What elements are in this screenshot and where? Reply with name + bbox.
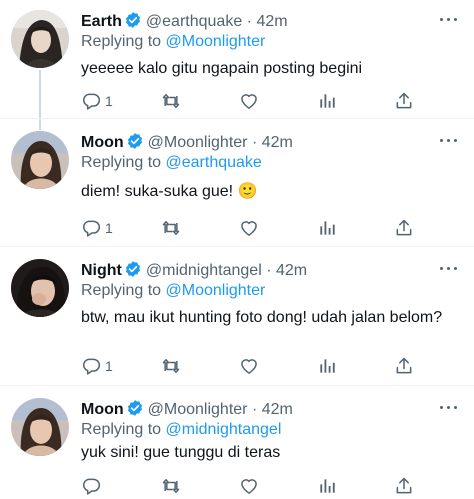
analytics-button[interactable] <box>317 90 337 112</box>
divider <box>0 246 474 247</box>
display-name[interactable]: Night <box>81 262 122 279</box>
like-icon <box>238 356 260 376</box>
avatar[interactable] <box>11 10 69 68</box>
timestamp[interactable]: 42m <box>262 401 293 418</box>
avatar[interactable] <box>11 131 69 189</box>
share-icon <box>394 356 414 376</box>
timestamp[interactable]: 42m <box>276 262 307 279</box>
dot-separator: · <box>251 401 258 418</box>
like-button[interactable] <box>238 90 260 112</box>
reply-count: 1 <box>105 220 113 236</box>
tweet-actions: 1 <box>81 355 421 377</box>
like-icon <box>238 91 260 111</box>
reply-button[interactable] <box>81 475 105 497</box>
display-name[interactable]: Earth <box>81 13 122 30</box>
display-name[interactable]: Moon <box>81 134 124 151</box>
dot-separator: · <box>246 13 252 30</box>
dot-separator: · <box>251 134 258 151</box>
user-handle[interactable]: @earthquake <box>146 13 242 30</box>
avatar[interactable] <box>11 259 69 317</box>
reply-icon <box>81 218 101 238</box>
replying-to-label: Replying to <box>81 154 162 171</box>
replying-to-label: Replying to <box>81 282 162 299</box>
replying-to-link[interactable]: @midnightangel <box>166 421 282 438</box>
reply-count: 1 <box>105 93 113 109</box>
tweet-moon-2[interactable]: Moon @Moonlighter · 42m Replying to @midn… <box>0 388 474 499</box>
retweet-icon <box>160 356 182 376</box>
tweet-actions: 1 <box>81 217 421 239</box>
retweet-button[interactable] <box>160 217 182 239</box>
reply-icon <box>81 476 101 496</box>
more-options-icon[interactable] <box>440 262 458 276</box>
share-icon <box>394 476 414 496</box>
avatar[interactable] <box>11 398 69 456</box>
analytics-icon <box>317 476 337 496</box>
tweet-text: diem! suka-suka gue! 🙂 <box>81 183 258 200</box>
retweet-icon <box>160 476 182 496</box>
more-options-icon[interactable] <box>440 401 458 415</box>
reply-count: 1 <box>105 358 113 374</box>
tweet-text: yeeeee kalo gitu ngapain posting begini <box>81 60 363 77</box>
tweet-moon[interactable]: Moon @Moonlighter · 42m Replying to @eart… <box>0 121 474 246</box>
retweet-icon <box>160 218 182 238</box>
like-button[interactable] <box>238 355 260 377</box>
timestamp[interactable]: 42m <box>256 13 287 30</box>
like-icon <box>238 218 260 238</box>
user-handle[interactable]: @midnightangel <box>146 262 262 279</box>
tweet-actions <box>81 475 421 497</box>
reply-icon <box>81 356 101 376</box>
tweet-thread: Earth @earthquake · 42m Replying to @Moon… <box>0 0 474 499</box>
tweet-earth[interactable]: Earth @earthquake · 42m Replying to @Moon… <box>0 0 474 118</box>
tweet-text: yuk sini! gue tunggu di teras <box>81 444 281 461</box>
user-handle[interactable]: @Moonlighter <box>148 134 248 151</box>
retweet-icon <box>160 91 182 111</box>
retweet-button[interactable] <box>160 475 182 497</box>
share-button[interactable] <box>394 355 414 377</box>
like-icon <box>238 476 260 496</box>
more-options-icon[interactable] <box>440 134 458 148</box>
dot-separator: · <box>266 262 272 279</box>
share-button[interactable] <box>394 217 414 239</box>
analytics-button[interactable] <box>317 475 337 497</box>
replying-to: Replying to @Moonlighter <box>81 32 265 52</box>
display-name[interactable]: Moon <box>81 401 124 418</box>
reply-button[interactable]: 1 <box>81 90 113 112</box>
analytics-button[interactable] <box>317 355 337 377</box>
more-options-icon[interactable] <box>440 13 458 27</box>
replying-to-link[interactable]: @Moonlighter <box>166 282 266 299</box>
reply-icon <box>81 91 101 111</box>
replying-to: Replying to @Moonlighter <box>81 281 265 301</box>
share-icon <box>394 91 414 111</box>
share-button[interactable] <box>394 90 414 112</box>
retweet-button[interactable] <box>160 90 182 112</box>
divider <box>0 118 474 119</box>
analytics-button[interactable] <box>317 217 337 239</box>
analytics-icon <box>317 91 337 111</box>
replying-to-link[interactable]: @Moonlighter <box>166 33 266 50</box>
replying-to-link[interactable]: @earthquake <box>166 154 262 171</box>
timestamp[interactable]: 42m <box>262 134 293 151</box>
tweet-night[interactable]: Night @midnightangel · 42m Replying to @M… <box>0 249 474 385</box>
divider <box>0 385 474 386</box>
tweet-text: btw, mau ikut hunting foto dong! udah ja… <box>81 309 443 326</box>
retweet-button[interactable] <box>160 355 182 377</box>
replying-to-label: Replying to <box>81 421 162 438</box>
tweet-actions: 1 <box>81 90 421 112</box>
user-handle[interactable]: @Moonlighter <box>148 401 248 418</box>
reply-button[interactable]: 1 <box>81 355 113 377</box>
replying-to: Replying to @midnightangel <box>81 420 281 440</box>
analytics-icon <box>317 218 337 238</box>
share-button[interactable] <box>394 475 414 497</box>
like-button[interactable] <box>238 475 260 497</box>
replying-to-label: Replying to <box>81 33 162 50</box>
replying-to: Replying to @earthquake <box>81 153 262 173</box>
like-button[interactable] <box>238 217 260 239</box>
share-icon <box>394 218 414 238</box>
reply-button[interactable]: 1 <box>81 217 113 239</box>
analytics-icon <box>317 356 337 376</box>
